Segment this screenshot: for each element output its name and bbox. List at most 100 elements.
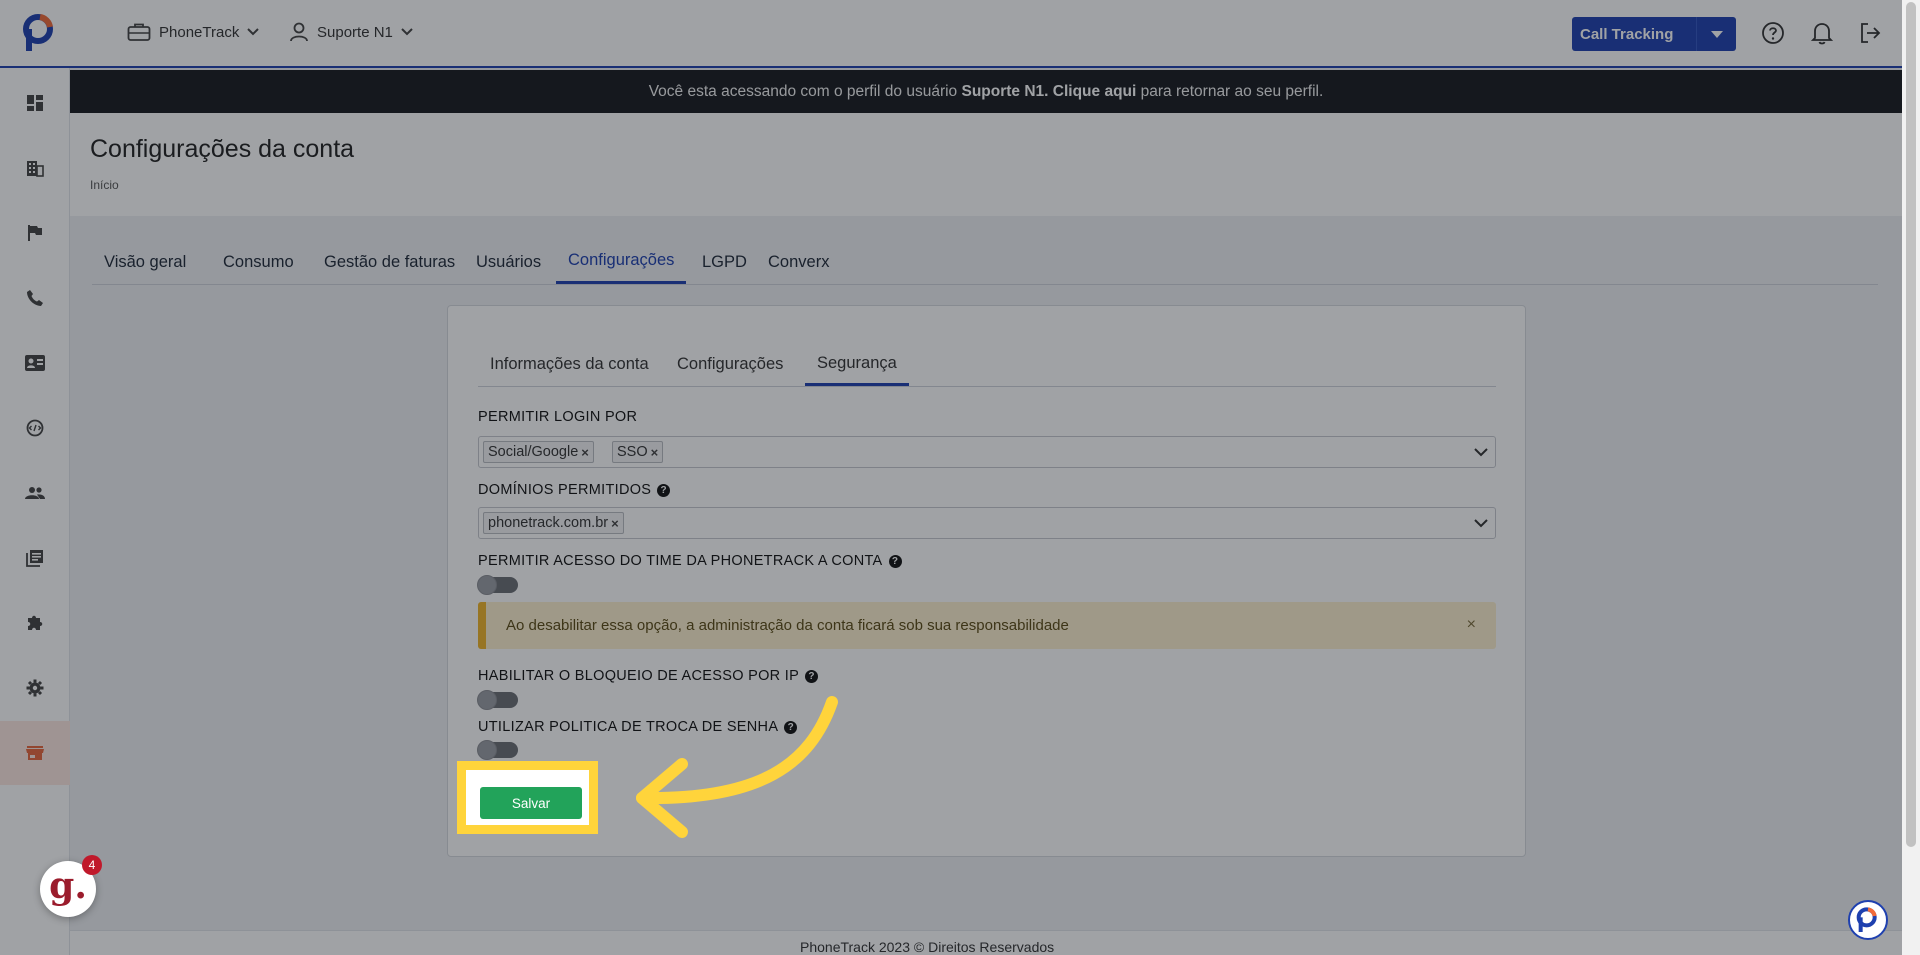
pointer-arrow-icon: [636, 696, 838, 838]
tab-converx[interactable]: Converx: [756, 240, 841, 284]
allowed-domains-select[interactable]: phonetrack.com.br ×: [478, 507, 1496, 539]
alert-text: Ao desabilitar essa opção, a administraç…: [506, 617, 1069, 634]
impersonation-banner[interactable]: Você esta acessando com o perfil do usuá…: [70, 70, 1902, 113]
ip-block-toggle[interactable]: [477, 690, 518, 710]
gear-icon: [26, 679, 44, 697]
settings-card: Informações da conta Configurações Segur…: [447, 305, 1526, 857]
chevron-down-icon[interactable]: [1473, 444, 1489, 465]
allowed-domains-label: DOMÍNIOS PERMITIDOS ?: [478, 482, 671, 498]
user-label: Suporte N1: [317, 23, 393, 41]
sidebar-item-reports[interactable]: [0, 526, 70, 590]
page-footer: PhoneTrack 2023 © Direitos Reservados: [70, 930, 1902, 955]
chip-social-google: Social/Google ×: [483, 441, 594, 463]
team-access-label: PERMITIR ACESSO DO TIME DA PHONETRACK A …: [478, 553, 902, 569]
building-icon: [27, 161, 44, 177]
sidebar-item-campaigns[interactable]: [0, 201, 70, 265]
banner-text-before: Você esta acessando com o perfil do usuá…: [648, 82, 962, 100]
puzzle-icon: [28, 615, 43, 630]
api-icon: [26, 419, 44, 437]
tab-settings[interactable]: Configurações: [556, 240, 687, 284]
help-icon[interactable]: ?: [805, 669, 819, 683]
warning-alert: Ao desabilitar essa opção, a administraç…: [478, 602, 1496, 649]
breadcrumb[interactable]: Início: [90, 178, 119, 192]
store-icon: [26, 746, 44, 760]
sidebar-item-users[interactable]: [0, 461, 70, 525]
tab-lgpd[interactable]: LGPD: [690, 240, 759, 284]
ip-block-label-text: HABILITAR O BLOQUEIO DE ACESSO POR IP: [478, 668, 800, 684]
dashboard-icon: [27, 95, 43, 111]
banner-user-link[interactable]: Suporte N1. Clique aqui: [961, 83, 1136, 101]
flag-icon: [28, 225, 42, 241]
chip-label: phonetrack.com.br: [488, 515, 609, 531]
subtab-security[interactable]: Segurança: [805, 343, 909, 386]
chevron-down-icon: [401, 28, 413, 36]
sidebar-item-dashboard[interactable]: [0, 71, 70, 135]
left-sidebar: [0, 68, 70, 955]
help-icon[interactable]: ?: [888, 554, 902, 568]
sidebar-item-store[interactable]: [0, 721, 70, 785]
sidebar-item-contacts[interactable]: [0, 331, 70, 395]
tab-overview[interactable]: Visão geral: [92, 240, 198, 284]
chat-logo: g.: [49, 865, 87, 907]
top-bar: PhoneTrack Suporte N1 Call Tracking: [0, 0, 1920, 68]
password-policy-toggle[interactable]: [477, 740, 518, 760]
product-select[interactable]: Call Tracking: [1572, 17, 1736, 51]
chip-label: SSO: [617, 444, 648, 460]
contact-card-icon: [25, 355, 45, 371]
sidebar-item-integrations[interactable]: [0, 591, 70, 655]
caret-down-icon: [1696, 17, 1736, 51]
chip-domain: phonetrack.com.br ×: [483, 512, 624, 534]
bell-icon[interactable]: [1809, 20, 1835, 46]
user-switcher[interactable]: Suporte N1: [289, 22, 413, 42]
library-icon: [26, 550, 43, 567]
save-button-spotlight: Salvar: [457, 761, 598, 834]
phonetrack-logo-icon: [1856, 907, 1877, 932]
phone-icon: [27, 290, 43, 306]
chip-label: Social/Google: [488, 444, 579, 460]
page-title: Configurações da conta: [90, 135, 355, 163]
toggle-knob: [477, 575, 497, 595]
login-methods-label-text: PERMITIR LOGIN POR: [478, 409, 638, 425]
help-icon[interactable]: ?: [657, 483, 671, 497]
login-methods-select[interactable]: Social/Google × SSO ×: [478, 436, 1496, 468]
phonetrack-logo-icon[interactable]: [22, 13, 58, 53]
ip-block-label: HABILITAR O BLOQUEIO DE ACESSO POR IP ?: [478, 668, 819, 684]
support-widget[interactable]: [1848, 900, 1888, 940]
tab-consumption[interactable]: Consumo: [211, 240, 306, 284]
toggle-knob: [477, 740, 497, 760]
remove-icon[interactable]: ×: [611, 516, 619, 531]
chat-widget[interactable]: g. 4: [40, 855, 102, 917]
sidebar-item-companies[interactable]: [0, 136, 70, 200]
remove-icon[interactable]: ×: [651, 445, 659, 460]
logout-icon[interactable]: [1857, 20, 1883, 46]
sidebar-item-api[interactable]: [0, 396, 70, 460]
scrollbar-thumb[interactable]: [1906, 2, 1916, 847]
company-switcher[interactable]: PhoneTrack: [127, 22, 260, 42]
chevron-down-icon[interactable]: [1473, 515, 1489, 536]
banner-text-after: para retornar ao seu perfil.: [1136, 82, 1324, 100]
tab-invoices[interactable]: Gestão de faturas: [312, 240, 467, 284]
page-header: Configurações da conta Início: [70, 113, 1902, 216]
tab-users[interactable]: Usuários: [464, 240, 553, 284]
sidebar-item-settings[interactable]: [0, 656, 70, 720]
allowed-domains-label-text: DOMÍNIOS PERMITIDOS: [478, 482, 652, 498]
remove-icon[interactable]: ×: [581, 445, 589, 460]
subtab-configurations[interactable]: Configurações: [665, 343, 795, 386]
page-scrollbar[interactable]: [1902, 0, 1920, 955]
save-button[interactable]: Salvar: [480, 787, 582, 819]
team-access-toggle[interactable]: [477, 575, 518, 595]
company-label: PhoneTrack: [159, 23, 240, 41]
people-icon: [25, 487, 45, 499]
help-circle-icon[interactable]: [1760, 20, 1786, 46]
sidebar-item-calls[interactable]: [0, 266, 70, 330]
chevron-down-icon: [247, 28, 260, 36]
user-icon: [289, 22, 309, 42]
login-methods-label: PERMITIR LOGIN POR: [478, 409, 637, 425]
account-tabs: Visão geral Consumo Gestão de faturas Us…: [92, 240, 1878, 285]
team-access-label-text: PERMITIR ACESSO DO TIME DA PHONETRACK A …: [478, 553, 883, 569]
briefcase-icon: [127, 22, 151, 42]
product-select-value: Call Tracking: [1580, 25, 1674, 43]
close-icon[interactable]: ×: [1467, 616, 1476, 634]
subtab-account-info[interactable]: Informações da conta: [478, 343, 661, 386]
notification-badge: 4: [82, 855, 102, 875]
